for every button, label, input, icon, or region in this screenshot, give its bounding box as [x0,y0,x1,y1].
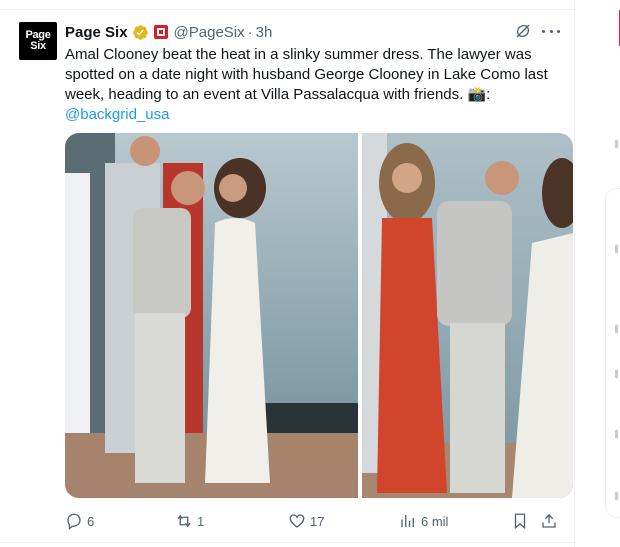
sidebar-text-fragment [615,245,618,253]
bookmark-icon [514,513,526,530]
reply-icon [67,513,81,530]
separator: · [247,23,253,41]
verified-badge-icon [132,24,148,40]
more-options-icon[interactable] [542,22,560,40]
photo-illustration [65,133,358,498]
sidebar-panel-edge [605,188,620,518]
photo-clooneys-walking[interactable] [362,133,573,498]
sidebar-text-fragment [615,492,618,500]
sidebar-text-fragment [615,370,618,378]
photo-clooneys-dock[interactable] [65,133,358,498]
sidebar-text-fragment [615,325,618,333]
share-button[interactable] [540,510,558,532]
views-count: 6 mil [421,513,449,529]
photo-credit-link[interactable]: @backgrid_usa [65,106,169,123]
tweet-media[interactable] [65,133,573,498]
tweet-actions: 6 1 17 6 mil [65,510,565,532]
heart-icon [289,514,305,528]
affiliate-badge-icon[interactable] [153,25,168,39]
tweet-header: Page Six @PageSix · 3h [65,22,272,42]
tweet-text: Amal Clooney beat the heat in a slinky s… [65,45,565,125]
divider [0,9,575,10]
repost-icon [177,514,191,528]
repost-button[interactable]: 1 [175,510,204,532]
grok-icon[interactable] [514,22,532,40]
tweet-body: Amal Clooney beat the heat in a slinky s… [65,46,548,103]
reply-button[interactable]: 6 [65,510,94,532]
photo-illustration [362,133,573,498]
bookmark-button[interactable] [511,510,529,532]
repost-count: 1 [197,513,205,529]
tweet-header-actions [514,22,560,40]
avatar[interactable]: Page Six [19,22,57,60]
author-name[interactable]: Page Six [65,24,128,41]
timestamp[interactable]: 3h [256,24,273,41]
avatar-text: Six [30,40,46,52]
right-sidebar-edge [601,0,620,547]
views-chart-icon [401,515,414,527]
like-button[interactable]: 17 [288,510,324,532]
reply-count: 6 [87,513,95,529]
divider [0,542,575,543]
like-count: 17 [310,513,325,529]
sidebar-text-fragment [615,430,618,438]
share-icon [542,514,556,528]
sidebar-text-fragment [615,140,618,148]
tweet-card[interactable]: Page Six Page Six @PageSix · 3h Amal Clo… [0,0,575,547]
author-handle[interactable]: @PageSix [174,24,245,41]
views-button[interactable]: 6 mil [399,510,448,532]
